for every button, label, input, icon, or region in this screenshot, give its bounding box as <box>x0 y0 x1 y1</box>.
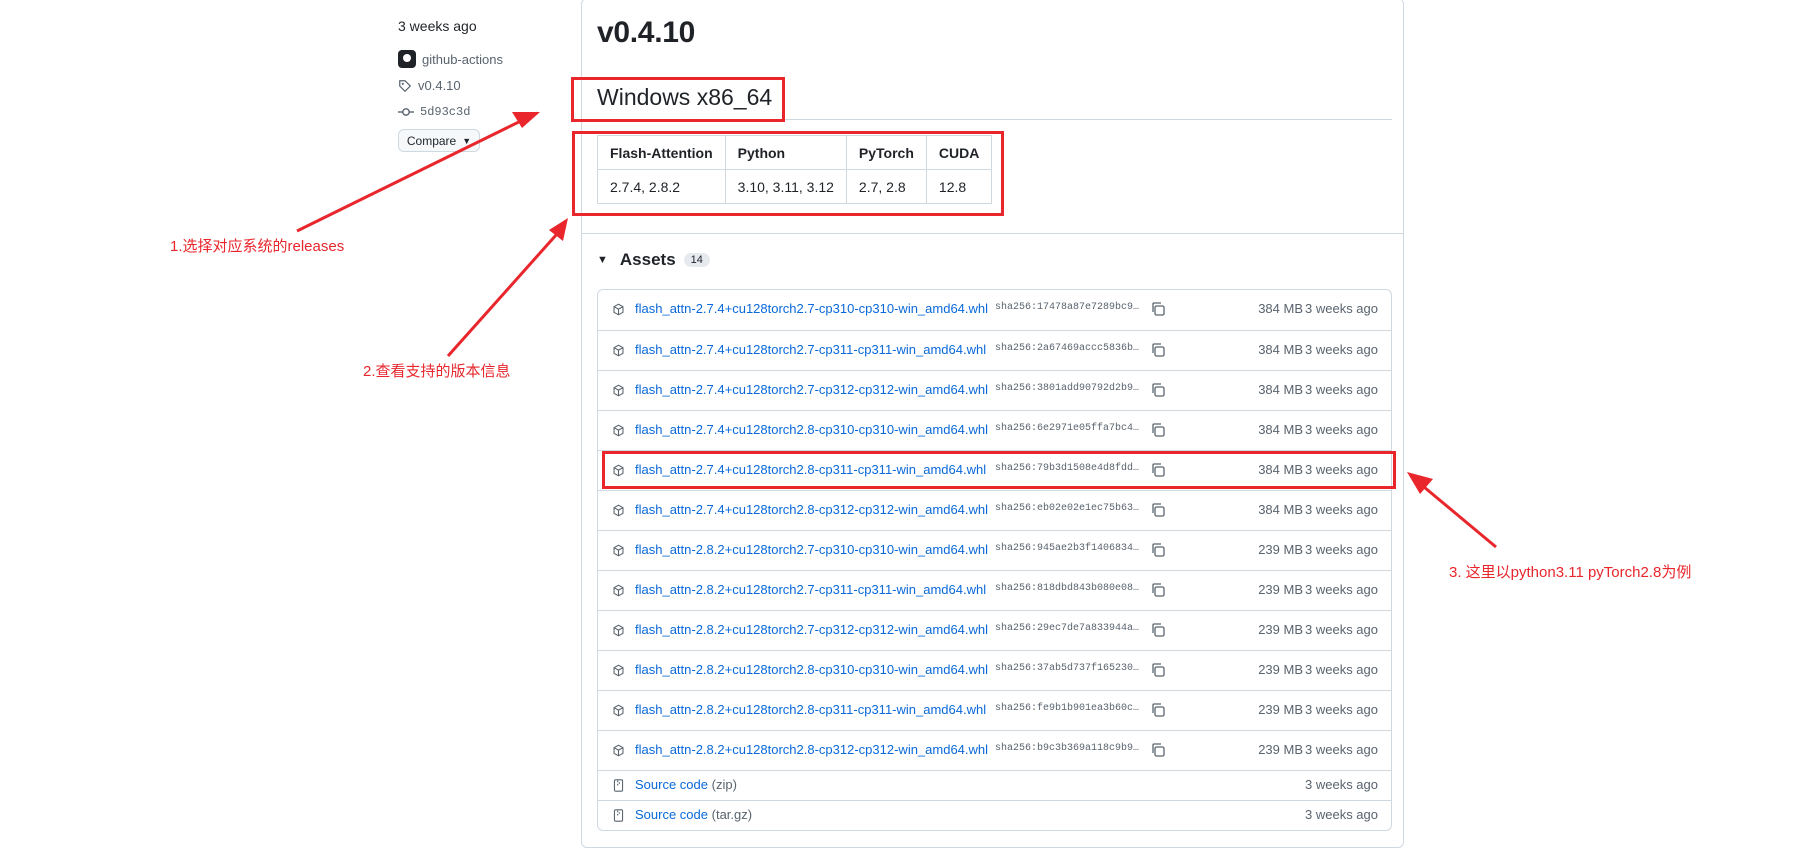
arrow-step2 <box>446 218 568 357</box>
annotation-step3: 3. 这里以python3.11 pyTorch2.8为例 <box>1449 564 1692 581</box>
annotation-step1: 1.选择对应系统的releases <box>170 238 345 255</box>
arrow-step3 <box>1407 472 1497 549</box>
arrow-step1 <box>296 111 540 233</box>
annotation-arrows <box>296 111 1497 549</box>
annotation-step2: 2.查看支持的版本信息 <box>363 363 511 380</box>
